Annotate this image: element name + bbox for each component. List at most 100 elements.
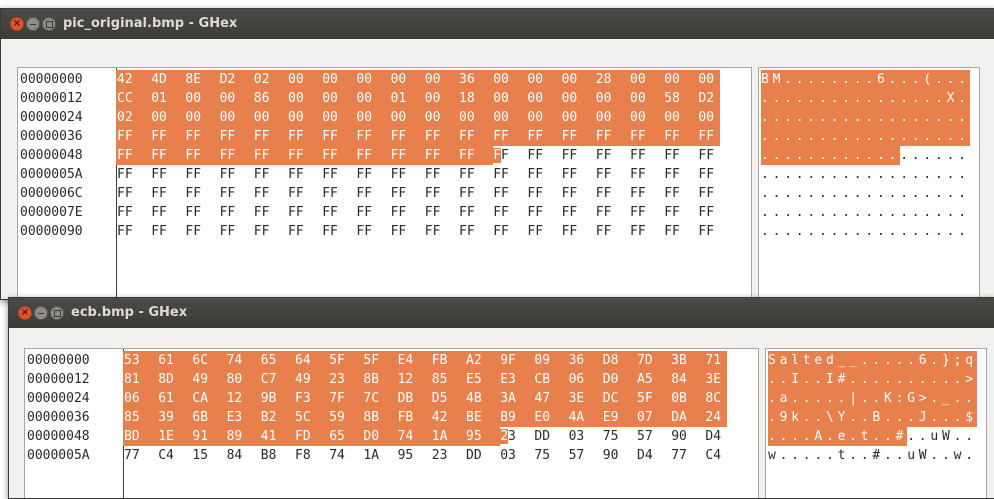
ascii-char[interactable]: . xyxy=(965,389,977,408)
hex-byte[interactable]: 89 xyxy=(225,427,261,446)
hex-byte[interactable]: 02 xyxy=(116,108,152,127)
hex-byte[interactable]: 12 xyxy=(396,370,432,389)
hex-byte[interactable]: FF xyxy=(184,127,220,146)
ascii-char[interactable]: . xyxy=(958,89,970,108)
hex-byte[interactable]: FF xyxy=(287,203,310,222)
hex-byte[interactable]: FF xyxy=(321,203,344,222)
ascii-char[interactable]: . xyxy=(831,222,843,241)
hex-byte[interactable]: 00 xyxy=(663,70,699,89)
hex-byte[interactable]: FF xyxy=(116,184,139,203)
hex-byte[interactable]: FF xyxy=(663,184,686,203)
hex-byte[interactable]: 0B xyxy=(670,389,706,408)
ascii-char[interactable]: G xyxy=(907,389,919,408)
ascii-char[interactable]: . xyxy=(935,203,947,222)
ascii-char[interactable]: B xyxy=(761,70,773,89)
ascii-char[interactable]: . xyxy=(830,146,843,165)
ascii-char[interactable]: . xyxy=(849,427,861,446)
ascii-char[interactable]: . xyxy=(884,370,896,389)
hex-byte[interactable]: FF xyxy=(184,184,207,203)
ascii-char[interactable]: . xyxy=(853,89,866,108)
hex-byte[interactable]: FF xyxy=(697,165,720,184)
ascii-char[interactable]: . xyxy=(900,165,912,184)
hex-byte[interactable]: 00 xyxy=(492,70,528,89)
ascii-char[interactable]: . xyxy=(791,427,803,446)
ascii-char[interactable]: . xyxy=(826,427,838,446)
hex-byte[interactable]: 65 xyxy=(328,427,364,446)
hex-byte[interactable]: FF xyxy=(184,222,207,241)
ascii-char[interactable]: l xyxy=(791,351,803,370)
hex-byte[interactable]: FF xyxy=(423,146,459,165)
ascii-char[interactable]: . xyxy=(768,427,780,446)
hex-byte[interactable]: FF xyxy=(219,222,242,241)
hex-byte[interactable]: 59 xyxy=(328,408,364,427)
ascii-char[interactable]: . xyxy=(923,165,935,184)
ascii-char[interactable]: . xyxy=(907,427,919,446)
ascii-char[interactable]: . xyxy=(911,70,924,89)
hex-byte[interactable]: 77 xyxy=(123,446,146,465)
ascii-char[interactable]: . xyxy=(930,446,942,465)
ascii-char[interactable]: . xyxy=(889,165,901,184)
ascii-char[interactable]: . xyxy=(826,389,838,408)
ascii-char[interactable]: . xyxy=(773,165,785,184)
hex-byte[interactable]: 00 xyxy=(321,108,357,127)
ascii-char[interactable]: . xyxy=(772,127,785,146)
hex-byte[interactable]: FB xyxy=(396,408,432,427)
ascii-char[interactable]: . xyxy=(923,89,935,108)
ascii-char[interactable]: . xyxy=(814,408,826,427)
ascii-char[interactable]: . xyxy=(912,222,924,241)
ascii-char[interactable]: K xyxy=(884,389,896,408)
hex-byte[interactable]: BD xyxy=(123,427,159,446)
ascii-char[interactable]: . xyxy=(895,408,908,427)
hex-byte[interactable]: E3 xyxy=(499,370,535,389)
ascii-char[interactable]: . xyxy=(831,184,843,203)
ascii-char[interactable]: . xyxy=(830,127,843,146)
ascii-char[interactable]: . xyxy=(935,89,947,108)
hex-byte[interactable]: 8C xyxy=(704,389,728,408)
hex-byte[interactable]: FF xyxy=(526,222,549,241)
ascii-char[interactable]: ( xyxy=(923,70,935,89)
hex-byte[interactable]: E9 xyxy=(601,408,637,427)
hex-byte[interactable]: F3 xyxy=(294,389,330,408)
ascii-char[interactable]: . xyxy=(907,370,919,389)
hex-byte[interactable]: FF xyxy=(492,165,515,184)
hex-byte[interactable]: 00 xyxy=(526,70,562,89)
hex-byte[interactable]: 00 xyxy=(594,89,630,108)
hex-byte[interactable]: F8 xyxy=(294,446,317,465)
hex-byte[interactable]: 7F xyxy=(328,389,364,408)
ascii-char[interactable]: . xyxy=(958,222,970,241)
hex-byte[interactable]: 8E xyxy=(184,70,220,89)
hex-byte[interactable]: FF xyxy=(663,146,686,165)
hex-byte[interactable]: D0 xyxy=(601,370,637,389)
hex-byte[interactable]: FF xyxy=(321,127,357,146)
hex-byte[interactable]: 39 xyxy=(157,408,193,427)
ascii-char[interactable]: . xyxy=(900,127,912,146)
ascii-char[interactable]: . xyxy=(942,446,954,465)
hex-byte[interactable]: FF xyxy=(629,203,652,222)
ascii-char[interactable]: . xyxy=(814,389,826,408)
hex-byte[interactable]: FF xyxy=(629,184,652,203)
hex-byte[interactable]: FF xyxy=(389,127,425,146)
hex-byte[interactable]: A2 xyxy=(465,351,501,370)
hex-byte[interactable]: 07 xyxy=(636,408,672,427)
ascii-char[interactable]: . xyxy=(761,127,773,146)
hex-byte[interactable]: FF xyxy=(390,165,413,184)
hex-byte[interactable]: FF xyxy=(629,165,652,184)
hex-byte[interactable]: 4D xyxy=(150,70,186,89)
hex-byte[interactable]: CA xyxy=(191,389,227,408)
hex-byte[interactable]: FF xyxy=(458,203,481,222)
hex-byte[interactable]: 23 xyxy=(431,446,454,465)
ascii-char[interactable]: . xyxy=(872,370,884,389)
ascii-char[interactable]: . xyxy=(947,146,959,165)
hex-byte[interactable]: FF xyxy=(595,146,618,165)
hex-byte[interactable]: E0 xyxy=(533,408,569,427)
ascii-char[interactable]: . xyxy=(884,408,896,427)
hex-byte[interactable]: 5F xyxy=(636,389,672,408)
hex-byte[interactable]: FF xyxy=(663,222,686,241)
ascii-char[interactable]: # xyxy=(895,427,908,446)
ascii-char[interactable]: . xyxy=(912,203,924,222)
ascii-char[interactable]: . xyxy=(849,408,861,427)
close-icon[interactable]: × xyxy=(10,17,24,31)
hex-byte[interactable]: BE xyxy=(465,408,501,427)
hex-byte[interactable]: 00 xyxy=(629,108,665,127)
hex-byte[interactable]: D4 xyxy=(704,427,727,446)
